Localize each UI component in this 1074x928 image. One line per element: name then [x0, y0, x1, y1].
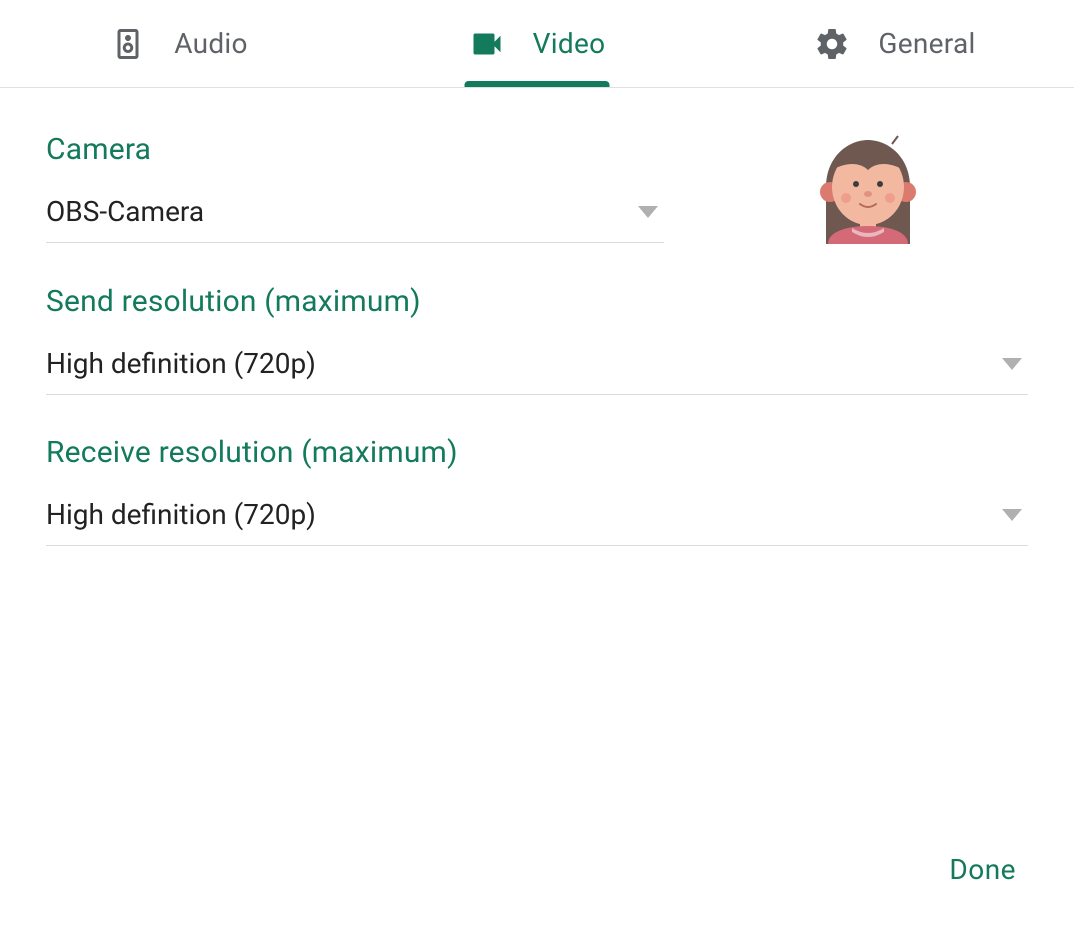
receive-resolution-value: High definition (720p) [46, 498, 316, 531]
send-resolution-label: Send resolution (maximum) [46, 284, 1028, 319]
chevron-down-icon [1002, 509, 1022, 521]
tab-video-label: Video [533, 27, 606, 60]
tab-video[interactable]: Video [358, 0, 716, 87]
tab-audio-label: Audio [174, 27, 248, 60]
tab-audio[interactable]: Audio [0, 0, 358, 87]
camera-section-label: Camera [46, 132, 664, 167]
send-resolution-value: High definition (720p) [46, 347, 316, 380]
speaker-icon [110, 26, 146, 62]
receive-resolution-select[interactable]: High definition (720p) [46, 488, 1028, 546]
chevron-down-icon [638, 206, 658, 218]
chevron-down-icon [1002, 358, 1022, 370]
receive-resolution-label: Receive resolution (maximum) [46, 435, 1028, 470]
videocam-icon [469, 26, 505, 62]
camera-select-value: OBS-Camera [46, 195, 204, 228]
gear-icon [814, 26, 850, 62]
camera-preview [768, 132, 968, 244]
camera-select[interactable]: OBS-Camera [46, 185, 664, 243]
tab-general[interactable]: General [716, 0, 1074, 87]
send-resolution-select[interactable]: High definition (720p) [46, 337, 1028, 395]
done-button[interactable]: Done [949, 853, 1016, 886]
settings-tabs: Audio Video General [0, 0, 1074, 88]
tab-general-label: General [878, 27, 975, 60]
